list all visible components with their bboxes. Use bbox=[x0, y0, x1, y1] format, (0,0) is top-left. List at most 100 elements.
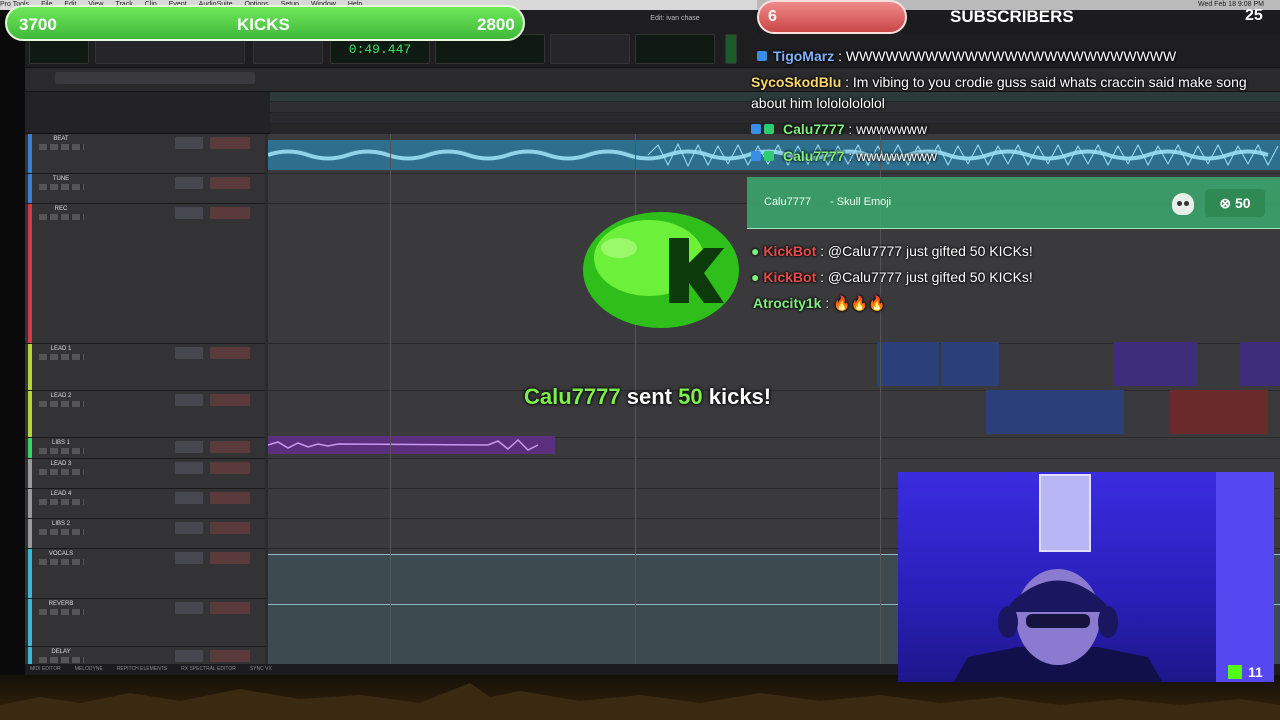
track-list: BEAT TUNE REC LEAD 1 LEAD 2 LIBS 1 LEAD 3 LEAD … bbox=[25, 134, 265, 675]
output-selector[interactable] bbox=[210, 602, 250, 614]
insert-slot[interactable] bbox=[175, 207, 203, 219]
track-color bbox=[28, 344, 32, 390]
track-header[interactable]: LEAD 4 bbox=[25, 489, 265, 519]
bottom-tab[interactable]: MELODYNE bbox=[75, 666, 103, 672]
track-buttons[interactable] bbox=[39, 214, 84, 220]
track-name[interactable]: REVERB bbox=[41, 601, 81, 607]
ruler-controls[interactable] bbox=[55, 72, 255, 84]
track-color bbox=[28, 174, 32, 203]
lead1-clip-2[interactable] bbox=[941, 342, 999, 386]
viewer-count: 11 bbox=[1248, 664, 1263, 680]
lead2-clip-2[interactable] bbox=[1170, 390, 1268, 434]
output-selector[interactable] bbox=[210, 462, 250, 474]
lead1-clip-3[interactable] bbox=[1113, 342, 1198, 386]
track-buttons[interactable] bbox=[39, 354, 84, 360]
output-selector[interactable] bbox=[210, 207, 250, 219]
track-buttons[interactable] bbox=[39, 144, 84, 150]
output-selector[interactable] bbox=[210, 492, 250, 504]
insert-slot[interactable] bbox=[175, 441, 203, 453]
insert-slot[interactable] bbox=[175, 462, 203, 474]
insert-slot[interactable] bbox=[175, 177, 203, 189]
track-name[interactable]: DELAY bbox=[41, 649, 81, 655]
track-name[interactable]: BEAT bbox=[41, 136, 81, 142]
bottom-tab[interactable]: RX SPECTRAL EDITOR bbox=[181, 666, 236, 672]
output-selector[interactable] bbox=[210, 650, 250, 662]
insert-slot[interactable] bbox=[175, 394, 203, 406]
subscribers-goal: 25 bbox=[1245, 7, 1263, 24]
output-selector[interactable] bbox=[210, 552, 250, 564]
output-selector[interactable] bbox=[210, 347, 250, 359]
track-header[interactable]: LEAD 2 bbox=[25, 391, 265, 438]
gift-user: Calu7777 bbox=[764, 196, 812, 208]
chat-message: SycoSkodBlu : Im vibing to you crodie gu… bbox=[751, 74, 1247, 90]
gift-amount: ⊗ 50 bbox=[1205, 189, 1265, 217]
output-selector[interactable] bbox=[210, 137, 250, 149]
track-name[interactable]: LEAD 4 bbox=[41, 491, 81, 497]
insert-slot[interactable] bbox=[175, 552, 203, 564]
kick-coin-icon: ⊗ bbox=[1219, 195, 1236, 211]
lead1-clip-1[interactable] bbox=[877, 342, 939, 386]
track-buttons[interactable] bbox=[39, 448, 84, 454]
track-name[interactable]: LEAD 3 bbox=[41, 461, 81, 467]
track-buttons[interactable] bbox=[39, 469, 84, 475]
track-color bbox=[28, 489, 32, 518]
track-buttons[interactable] bbox=[39, 184, 84, 190]
badge-icon bbox=[751, 124, 761, 134]
badge-icon bbox=[757, 51, 767, 61]
track-name[interactable]: LIBS 1 bbox=[41, 440, 81, 446]
insert-slot[interactable] bbox=[175, 137, 203, 149]
track-header[interactable]: REVERB bbox=[25, 599, 265, 647]
track-buttons[interactable] bbox=[39, 401, 84, 407]
insert-slot[interactable] bbox=[175, 522, 203, 534]
track-header[interactable]: TUNE bbox=[25, 174, 265, 204]
track-name[interactable]: VOCALS bbox=[41, 551, 81, 557]
insert-slot[interactable] bbox=[175, 492, 203, 504]
bottom-tab[interactable]: SYNC VX bbox=[250, 666, 272, 672]
track-header[interactable]: VOCALS bbox=[25, 549, 265, 599]
bottom-tab[interactable]: MIDI EDITOR bbox=[30, 666, 61, 672]
track-name[interactable]: REC bbox=[41, 206, 81, 212]
kicks-goal: 2800 bbox=[477, 15, 515, 34]
output-selector[interactable] bbox=[210, 441, 250, 453]
output-meter bbox=[725, 34, 737, 64]
track-header[interactable]: LEAD 1 bbox=[25, 344, 265, 391]
bottom-tab[interactable]: REPITCH ELEMENTS bbox=[117, 666, 167, 672]
webcam-feed: 11 bbox=[898, 472, 1274, 682]
track-buttons[interactable] bbox=[39, 499, 84, 505]
insert-slot[interactable] bbox=[175, 602, 203, 614]
track-color bbox=[28, 391, 32, 437]
track-header[interactable]: BEAT bbox=[25, 134, 265, 174]
track-color bbox=[28, 134, 32, 173]
track-header[interactable]: LEAD 3 bbox=[25, 459, 265, 489]
output-selector[interactable] bbox=[210, 522, 250, 534]
track-color bbox=[28, 204, 32, 343]
lead2-clip-1[interactable] bbox=[986, 390, 1124, 434]
track-header[interactable]: LIBS 1 bbox=[25, 438, 265, 459]
track-header[interactable]: LIBS 2 bbox=[25, 519, 265, 549]
track-name[interactable]: LEAD 2 bbox=[41, 393, 81, 399]
track-color bbox=[28, 549, 32, 598]
transport-controls[interactable] bbox=[550, 34, 630, 64]
track-name[interactable]: LIBS 2 bbox=[41, 521, 81, 527]
output-selector[interactable] bbox=[210, 177, 250, 189]
insert-slot[interactable] bbox=[175, 347, 203, 359]
track-lane[interactable] bbox=[268, 391, 1280, 438]
check-icon: ● bbox=[751, 243, 764, 259]
track-buttons[interactable] bbox=[39, 529, 84, 535]
libs-clip[interactable] bbox=[267, 436, 555, 454]
track-header[interactable]: REC bbox=[25, 204, 265, 344]
lead1-clip-4[interactable] bbox=[1240, 342, 1280, 386]
kicks-goal-bar: 3700 KICKS 2800 bbox=[5, 5, 525, 41]
webcam-door bbox=[1216, 472, 1274, 682]
track-buttons[interactable] bbox=[39, 559, 84, 565]
track-buttons[interactable] bbox=[39, 657, 84, 663]
badge-icon bbox=[751, 151, 761, 161]
track-buttons[interactable] bbox=[39, 609, 84, 615]
chat-message: Atrocity1k : 🔥🔥🔥 bbox=[753, 295, 886, 311]
insert-slot[interactable] bbox=[175, 650, 203, 662]
edit-window-title: Edit: ivan chase bbox=[650, 15, 700, 22]
kick-logo-3d-icon bbox=[583, 212, 739, 328]
track-name[interactable]: LEAD 1 bbox=[41, 346, 81, 352]
track-name[interactable]: TUNE bbox=[41, 176, 81, 182]
output-selector[interactable] bbox=[210, 394, 250, 406]
